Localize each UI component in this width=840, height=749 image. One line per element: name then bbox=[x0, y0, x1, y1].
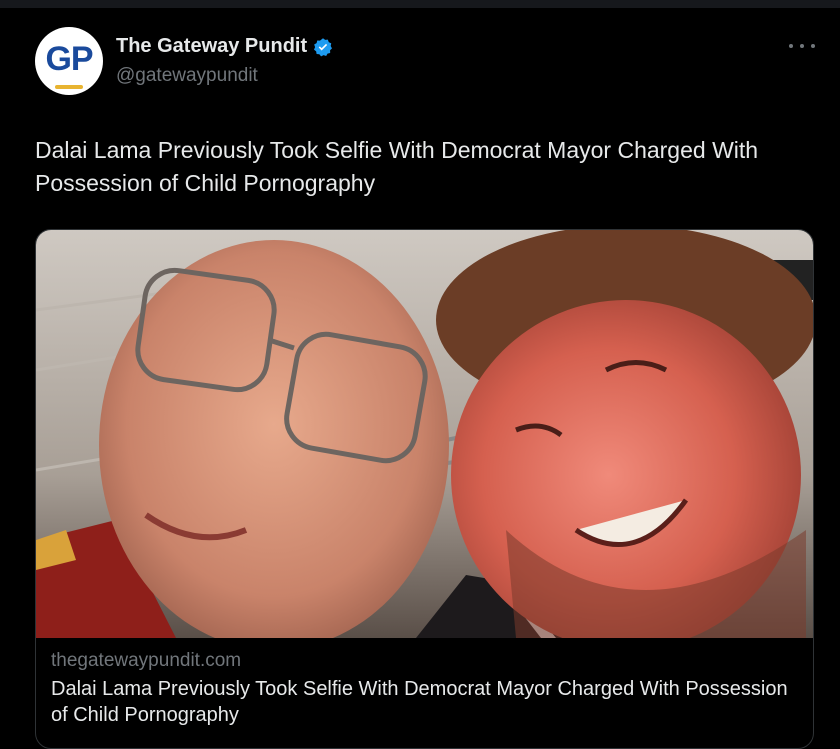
avatar-logo-text: GP bbox=[45, 39, 93, 78]
more-dot bbox=[800, 44, 804, 48]
author-handle[interactable]: @gatewaypundit bbox=[116, 65, 258, 87]
verified-badge-icon[interactable] bbox=[313, 37, 333, 57]
card-domain[interactable]: thegatewaypundit.com bbox=[51, 650, 241, 672]
card-title[interactable]: Dalai Lama Previously Took Selfie With D… bbox=[51, 676, 801, 728]
top-bar bbox=[0, 0, 840, 8]
more-options-icon[interactable] bbox=[789, 36, 815, 56]
card-image[interactable] bbox=[36, 230, 813, 638]
more-dot bbox=[789, 44, 793, 48]
avatar-logo-accent bbox=[55, 85, 83, 89]
more-dot bbox=[811, 44, 815, 48]
author-display-name[interactable]: The Gateway Pundit bbox=[116, 35, 307, 58]
link-card[interactable]: thegatewaypundit.com Dalai Lama Previous… bbox=[35, 229, 814, 749]
tweet-text: Dalai Lama Previously Took Selfie With D… bbox=[35, 137, 759, 196]
avatar[interactable]: GP bbox=[35, 27, 103, 95]
author-name-row: The Gateway Pundit bbox=[116, 35, 333, 58]
